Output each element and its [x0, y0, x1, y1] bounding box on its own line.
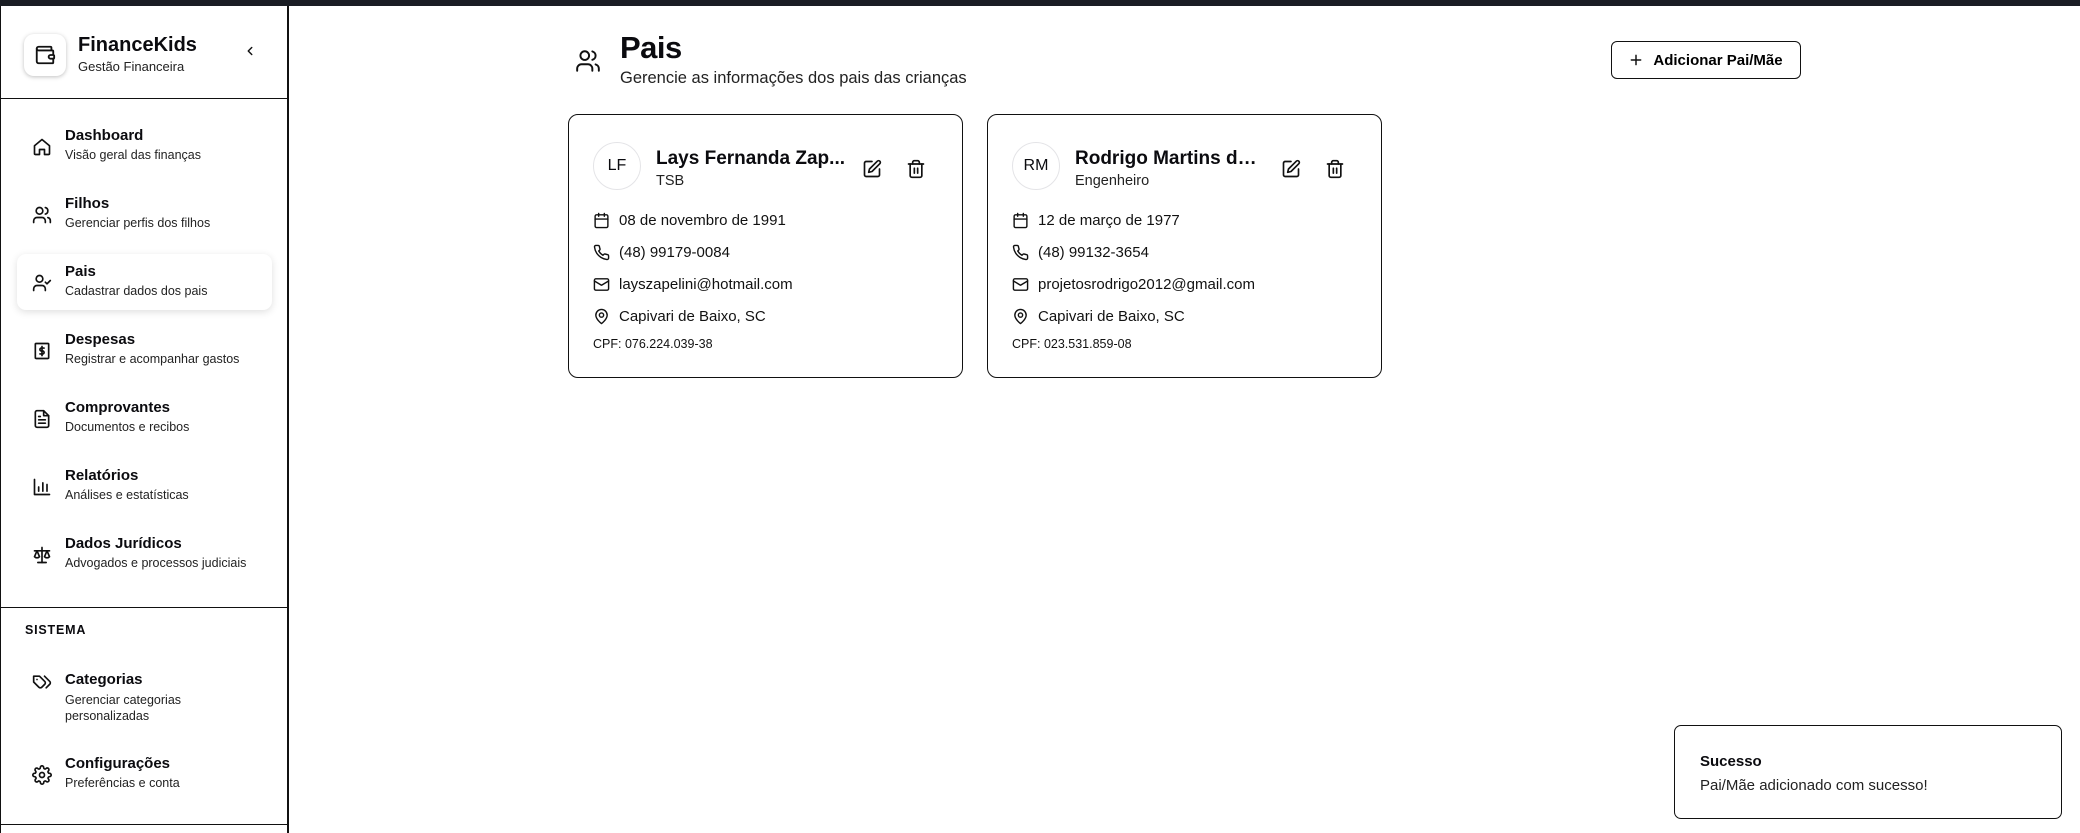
sidebar-divider — [1, 824, 288, 825]
sidebar-divider — [1, 607, 288, 608]
parent-occupation: Engenheiro — [1075, 173, 1150, 189]
page-title: Pais — [620, 30, 682, 65]
file-text-icon — [34, 409, 50, 429]
parent-birthdate: 12 de março de 1977 — [1038, 211, 1180, 229]
parent-name: Lays Fernanda Zap... — [656, 148, 845, 169]
phone-icon — [1012, 244, 1029, 260]
sidebar-item-label: Relatórios — [65, 467, 139, 484]
parent-phone: (48) 99132-3654 — [1038, 243, 1149, 261]
calendar-icon — [594, 212, 609, 228]
parent-email-row: projetosrodrigo2012@gmail.com — [1012, 274, 1255, 294]
sidebar-item-label: Filhos — [65, 195, 110, 212]
sidebar-item-despesas[interactable]: Despesas Registrar e acompanhar gastos — [17, 322, 272, 378]
sidebar-item-categorias[interactable]: Categorias Gerenciar categorias personal… — [17, 662, 272, 734]
sidebar-item-dashboard[interactable]: Dashboard Visão geral das finanças — [17, 118, 272, 174]
parent-location: Capivari de Baixo, SC — [1038, 307, 1185, 325]
sidebar-system-nav: Categorias Gerenciar categorias personal… — [1, 662, 288, 814]
sidebar-item-desc: Análises e estatísticas — [65, 488, 189, 502]
map-pin-icon — [595, 308, 608, 324]
sidebar-item-label: Pais — [65, 263, 96, 280]
wallet-icon — [24, 34, 66, 76]
parent-phone: (48) 99179-0084 — [619, 243, 730, 261]
mail-icon — [593, 277, 610, 291]
bar-chart-icon — [33, 478, 51, 496]
gear-icon — [32, 765, 52, 785]
collapse-sidebar-button[interactable] — [241, 42, 259, 60]
users-icon — [32, 206, 52, 224]
sidebar-item-comprovantes[interactable]: Comprovantes Documentos e recibos — [17, 390, 272, 446]
parent-location-row: Capivari de Baixo, SC — [1012, 306, 1185, 326]
avatar: LF — [593, 142, 641, 190]
sidebar: FinanceKids Gestão Financeira Dashboard … — [0, 6, 289, 833]
sidebar-item-configuracoes[interactable]: Configurações Preferências e conta — [17, 746, 272, 802]
sidebar-item-desc: Visão geral das finanças — [65, 148, 201, 162]
edit-icon[interactable] — [1281, 159, 1301, 179]
toast-title: Sucesso — [1700, 753, 1762, 770]
parent-email: projetosrodrigo2012@gmail.com — [1038, 275, 1256, 293]
parent-location: Capivari de Baixo, SC — [619, 307, 766, 325]
parent-location-row: Capivari de Baixo, SC — [593, 306, 766, 326]
window-top-bar — [0, 0, 2080, 6]
sidebar-item-desc: Registrar e acompanhar gastos — [65, 352, 240, 366]
edit-icon[interactable] — [862, 159, 882, 179]
sidebar-item-desc: Cadastrar dados dos pais — [65, 284, 208, 298]
home-icon — [33, 138, 51, 156]
sidebar-item-label: Comprovantes — [65, 399, 171, 416]
sidebar-item-label: Categorias — [65, 671, 143, 688]
users-icon — [576, 50, 600, 72]
sidebar-nav: Dashboard Visão geral das finanças Filho… — [1, 118, 288, 594]
parent-card: LF Lays Fernanda Zap... TSB 08 de novemb… — [568, 114, 963, 378]
sidebar-section-title: SISTEMA — [25, 623, 87, 637]
mail-icon — [1012, 277, 1029, 291]
sidebar-item-desc: Gerenciar perfis dos filhos — [65, 216, 211, 230]
parent-birthdate: 08 de novembro de 1991 — [619, 211, 786, 229]
parent-cpf: CPF: 023.531.859-08 — [1012, 337, 1132, 351]
parent-email: layszapelini@hotmail.com — [619, 275, 793, 293]
parent-occupation: TSB — [656, 173, 685, 189]
parent-birthdate-row: 08 de novembro de 1991 — [593, 210, 786, 230]
sidebar-header: FinanceKids Gestão Financeira — [1, 6, 287, 99]
sidebar-item-desc: Documentos e recibos — [65, 420, 190, 434]
parent-name: Rodrigo Martins da ... — [1075, 148, 1265, 169]
sidebar-item-desc: Advogados e processos judiciais — [65, 556, 247, 570]
avatar: RM — [1012, 142, 1060, 190]
sidebar-item-label: Despesas — [65, 331, 136, 348]
sidebar-item-desc: Preferências e conta — [65, 776, 180, 790]
parent-phone-row: (48) 99179-0084 — [593, 242, 730, 262]
calendar-icon — [1013, 212, 1028, 228]
toast-message: Pai/Mãe adicionado com sucesso! — [1700, 777, 1928, 794]
parent-email-row: layszapelini@hotmail.com — [593, 274, 793, 294]
trash-icon[interactable] — [1325, 159, 1345, 179]
parent-phone-row: (48) 99132-3654 — [1012, 242, 1149, 262]
parent-birthdate-row: 12 de março de 1977 — [1012, 210, 1180, 230]
app-title: FinanceKids — [78, 34, 197, 56]
sidebar-item-filhos[interactable]: Filhos Gerenciar perfis dos filhos — [17, 186, 272, 242]
phone-icon — [593, 244, 610, 260]
add-parent-button[interactable]: Adicionar Pai/Mãe — [1611, 41, 1801, 79]
scale-icon — [33, 546, 51, 564]
sidebar-item-label: Dados Jurídicos — [65, 535, 182, 552]
plus-icon — [1630, 54, 1642, 66]
parent-card: RM Rodrigo Martins da ... Engenheiro 12 … — [987, 114, 1382, 378]
dollar-receipt-icon — [34, 342, 50, 360]
sidebar-item-relatorios[interactable]: Relatórios Análises e estatísticas — [17, 458, 272, 514]
sidebar-item-label: Dashboard — [65, 127, 144, 144]
sidebar-item-dados-juridicos[interactable]: Dados Jurídicos Advogados e processos ju… — [17, 526, 272, 582]
trash-icon[interactable] — [906, 159, 926, 179]
add-parent-label: Adicionar Pai/Mãe — [1653, 51, 1783, 69]
sidebar-item-label: Configurações — [65, 755, 171, 772]
user-check-icon — [32, 274, 52, 292]
map-pin-icon — [1014, 308, 1027, 324]
sidebar-item-desc: Gerenciar categorias personalizadas — [65, 693, 182, 723]
app-subtitle: Gestão Financeira — [78, 59, 185, 74]
success-toast[interactable]: Sucesso Pai/Mãe adicionado com sucesso! — [1674, 725, 2062, 819]
tags-icon — [32, 675, 52, 689]
chevron-left-icon — [247, 46, 253, 56]
sidebar-item-pais[interactable]: Pais Cadastrar dados dos pais — [17, 254, 272, 310]
parent-cpf: CPF: 076.224.039-38 — [593, 337, 713, 351]
page-subtitle: Gerencie as informações dos pais das cri… — [620, 69, 967, 87]
